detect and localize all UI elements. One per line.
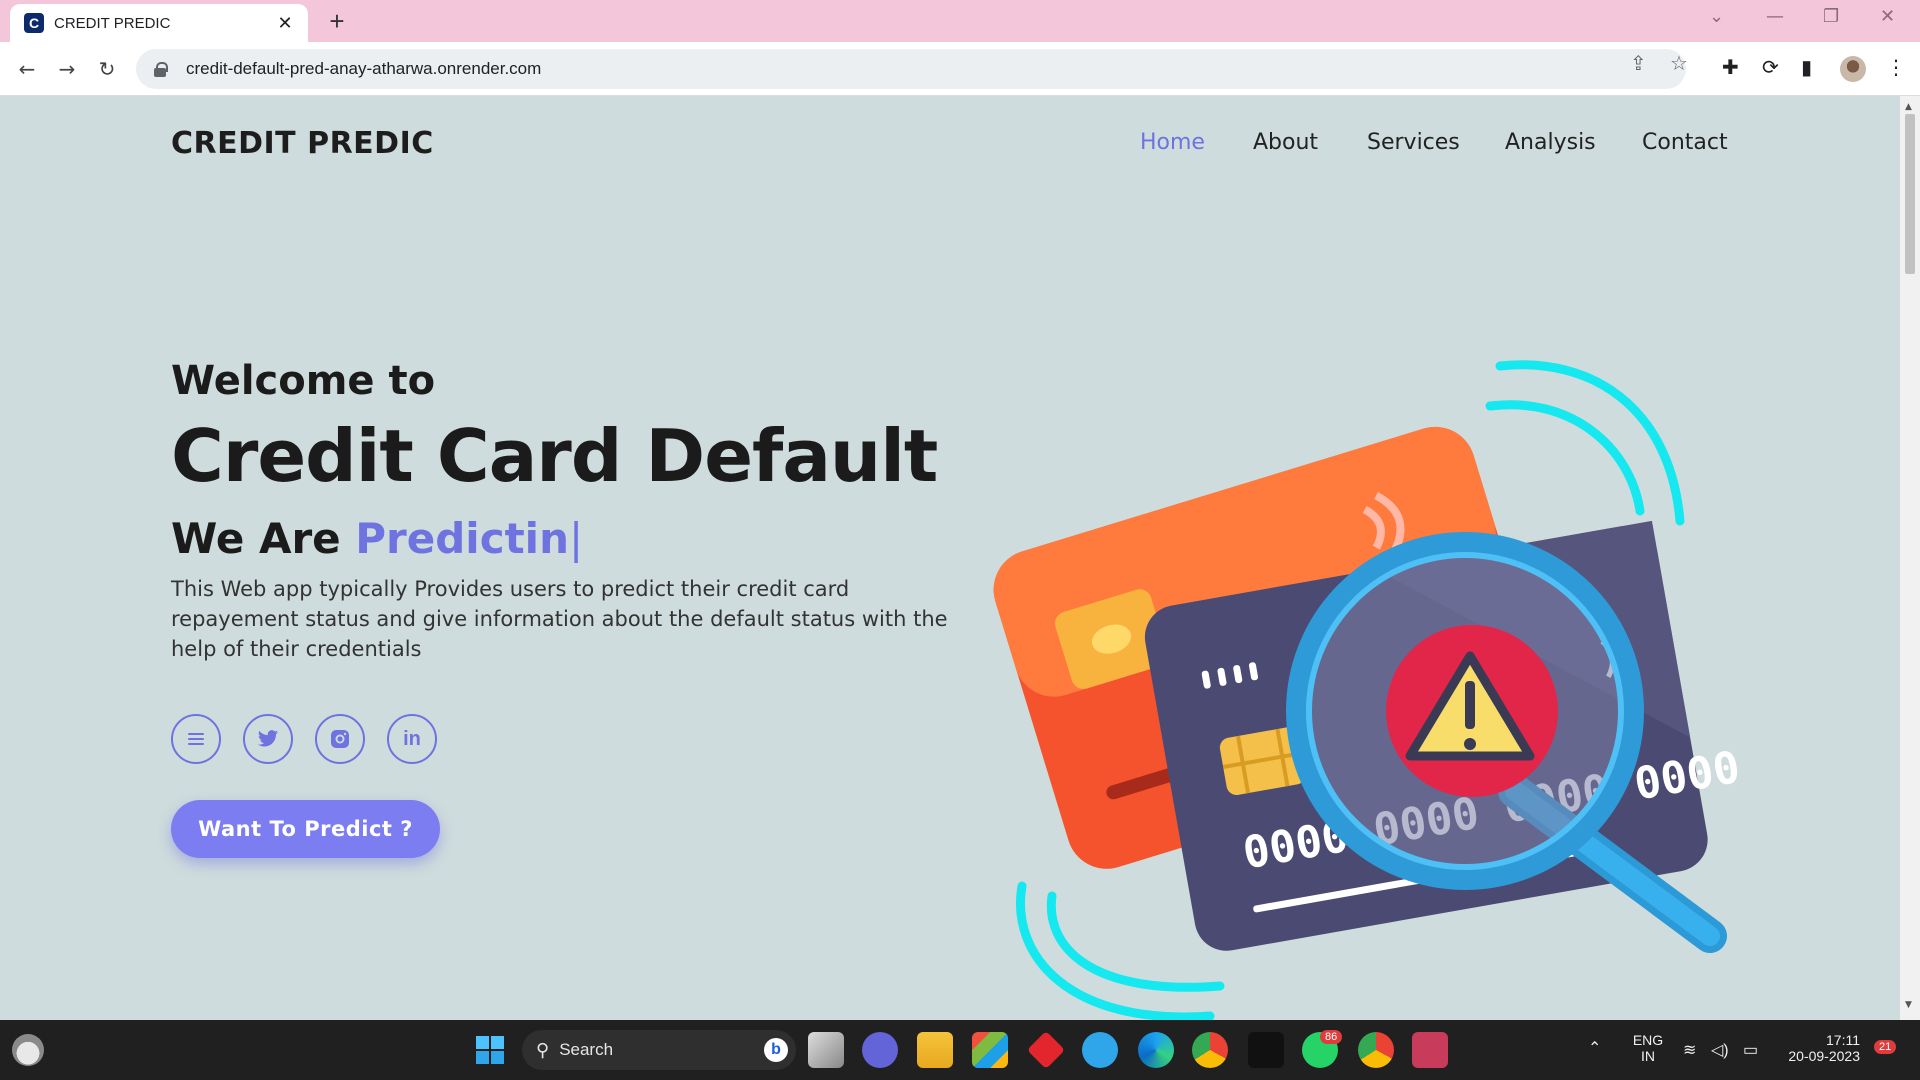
- extensions-icon[interactable]: ✚: [1722, 55, 1739, 79]
- hero-headline: Credit Card Default: [171, 414, 938, 498]
- we-are-text: We Are: [171, 514, 341, 563]
- language-code: ENG: [1632, 1032, 1664, 1048]
- bookmark-star-icon[interactable]: ☆: [1670, 51, 1688, 75]
- typed-text: Predictin: [355, 514, 569, 563]
- volume-icon[interactable]: ◁): [1711, 1040, 1729, 1060]
- url-text[interactable]: credit-default-pred-anay-atharwa.onrende…: [186, 59, 541, 79]
- chrome-profile-icon[interactable]: [1358, 1032, 1394, 1068]
- page-scrollbar[interactable]: ▲ ▼: [1900, 96, 1920, 1020]
- predict-button[interactable]: Want To Predict ?: [171, 800, 440, 858]
- profile-avatar[interactable]: [1840, 56, 1866, 82]
- menu-kebab-icon[interactable]: ⋮: [1886, 55, 1906, 79]
- tab-title: CREDIT PREDIC: [54, 14, 171, 32]
- extension-icon[interactable]: ⟳: [1762, 55, 1779, 79]
- nav-home[interactable]: Home: [1140, 130, 1205, 155]
- address-bar[interactable]: credit-default-pred-anay-atharwa.onrende…: [136, 49, 1686, 89]
- search-label: Search: [559, 1040, 614, 1059]
- scroll-up-icon[interactable]: ▲: [1905, 102, 1912, 112]
- wifi-icon[interactable]: ≋: [1683, 1040, 1696, 1060]
- clock-date: 20-09-2023: [1788, 1048, 1860, 1064]
- bing-icon[interactable]: b: [764, 1038, 788, 1062]
- nav-contact[interactable]: Contact: [1642, 130, 1728, 155]
- close-window-icon[interactable]: ✕: [1880, 6, 1895, 27]
- search-icon: ⚲: [536, 1039, 550, 1060]
- help-icon[interactable]: [1082, 1032, 1118, 1068]
- nav-services[interactable]: Services: [1367, 130, 1460, 155]
- show-hidden-icons[interactable]: ⌃: [1588, 1038, 1601, 1058]
- chrome-icon[interactable]: [1192, 1032, 1228, 1068]
- site-logo[interactable]: CREDIT PREDIC: [171, 126, 434, 161]
- whatsapp-badge: 86: [1320, 1030, 1343, 1044]
- windows-taskbar: ⚲ Search b 86 ⌃ ENG IN ≋ ◁) ▭ 17:11 20-0…: [0, 1020, 1920, 1080]
- minimize-icon[interactable]: —: [1766, 6, 1784, 27]
- scroll-down-icon[interactable]: ▼: [1905, 1000, 1912, 1010]
- teams-chat-icon[interactable]: [862, 1032, 898, 1068]
- file-explorer-icon[interactable]: [917, 1032, 953, 1068]
- microsoft-store-icon[interactable]: [972, 1032, 1008, 1068]
- start-icon[interactable]: [472, 1032, 508, 1068]
- forward-icon[interactable]: →: [52, 54, 82, 84]
- instagram-icon[interactable]: [315, 714, 365, 764]
- browser-toolbar: ← → ↻ credit-default-pred-anay-atharwa.o…: [0, 42, 1920, 96]
- menu-icon[interactable]: [171, 714, 221, 764]
- lock-icon: [154, 62, 168, 77]
- webpage: CREDIT PREDIC Home About Services Analys…: [0, 96, 1900, 1020]
- taskbar-search[interactable]: ⚲ Search b: [522, 1030, 796, 1070]
- nav-about[interactable]: About: [1253, 130, 1318, 155]
- task-view-icon[interactable]: [808, 1032, 844, 1068]
- site-favicon-icon: C: [24, 13, 44, 33]
- close-tab-icon[interactable]: ✕: [274, 13, 296, 34]
- snipping-tool-icon[interactable]: [1412, 1032, 1448, 1068]
- hero-welcome: Welcome to: [171, 358, 436, 404]
- typing-caret: |: [568, 514, 584, 563]
- battery-icon[interactable]: ▭: [1743, 1040, 1758, 1060]
- hero-subheadline: We Are Predictin|: [171, 514, 583, 563]
- tab-strip: C CREDIT PREDIC ✕ + ⌄ — ❐ ✕: [0, 0, 1920, 42]
- arc-app-icon[interactable]: [1248, 1032, 1284, 1068]
- scroll-thumb[interactable]: [1905, 114, 1915, 274]
- app-icon[interactable]: [1026, 1030, 1066, 1070]
- edge-icon[interactable]: [1138, 1032, 1174, 1068]
- linkedin-icon[interactable]: in: [387, 714, 437, 764]
- nav-analysis[interactable]: Analysis: [1505, 130, 1596, 155]
- side-panel-icon[interactable]: ▮: [1801, 55, 1812, 79]
- region-code: IN: [1641, 1048, 1655, 1064]
- hero-description: This Web app typically Provides users to…: [171, 577, 948, 661]
- clock[interactable]: 17:11 20-09-2023: [1780, 1032, 1860, 1064]
- reload-icon[interactable]: ↻: [92, 54, 122, 84]
- back-icon[interactable]: ←: [12, 54, 42, 84]
- restore-icon[interactable]: ❐: [1823, 6, 1839, 27]
- browser-tab[interactable]: C CREDIT PREDIC ✕: [10, 4, 308, 42]
- share-icon[interactable]: ⇪: [1630, 51, 1647, 75]
- twitter-icon[interactable]: [243, 714, 293, 764]
- notification-badge[interactable]: 21: [1874, 1040, 1897, 1054]
- language-indicator[interactable]: ENG IN: [1630, 1032, 1666, 1064]
- new-tab-button[interactable]: +: [322, 6, 352, 37]
- clock-time: 17:11: [1826, 1032, 1860, 1048]
- weather-icon[interactable]: [12, 1034, 44, 1066]
- tab-search-icon[interactable]: ⌄: [1709, 6, 1724, 27]
- credit-card-illustration: 0000 0000 0000 0000: [993, 360, 1744, 1020]
